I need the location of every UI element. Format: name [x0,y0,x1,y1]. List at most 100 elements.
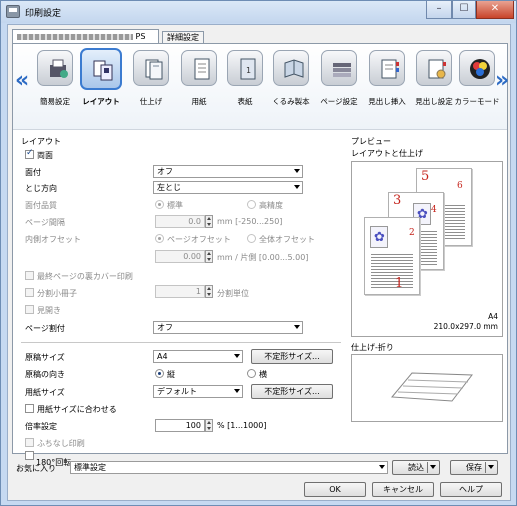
perfect-binding-tile[interactable]: くるみ製本 [271,50,311,114]
chevron-down-icon [294,185,300,189]
page-setup-tile[interactable]: ページ設定 [319,50,359,114]
quick-settings-tile[interactable]: 簡易設定 [35,50,75,114]
layout-icon [93,60,113,81]
quality-high-label: 高精度 [259,201,283,210]
blurred-printer-name [17,33,133,40]
borderless-label: ふちなし印刷 [37,439,85,448]
page-number: 2 [409,228,415,238]
layout-finishing-title: レイアウトと仕上げ [351,149,423,158]
preview-paper-label: A4 [488,312,498,321]
orientation-portrait-label: 縦 [167,370,175,379]
paper-custom-size-button[interactable]: 不定形サイズ... [251,384,333,399]
text-lines [371,252,413,290]
page-spacing-input[interactable]: 0.0 [155,215,205,228]
page-number: 3 [393,193,402,208]
inner-offset-spinner[interactable] [205,250,213,263]
finishing-tile[interactable]: 仕上げ [131,50,171,114]
total-offset-radio[interactable] [247,234,256,243]
split-booklet-checkbox[interactable] [25,288,34,297]
original-size-select[interactable]: A4 [153,350,243,363]
layout-tile[interactable]: レイアウト [80,48,122,114]
scale-label: 倍率設定 [25,422,57,431]
fit-to-paper-checkbox[interactable] [25,404,34,413]
preview-paper-dims: 210.0x297.0 mm [433,322,498,331]
borderless-checkbox[interactable] [25,438,34,447]
image-placeholder: ✿ [370,226,388,248]
last-page-back-cover-label: 最終ページの裏カバー印刷 [37,272,133,281]
paper-tile[interactable]: 用紙 [179,50,219,114]
save-button[interactable]: 保存 [450,460,498,475]
chevron-down-icon [294,325,300,329]
tab-insert-icon [381,59,399,79]
print-settings-window: 印刷設定 – ☐ ✕ PS 詳細設定 « 簡易設定 レイアウト 仕上げ 用紙 1… [0,0,517,506]
page-number: 6 [457,181,463,191]
color-mode-icon [470,59,490,79]
cancel-button[interactable]: キャンセル [372,482,434,497]
tab-printer[interactable]: PS [12,29,159,44]
chevron-down-icon [294,169,300,173]
chevron-down-icon [234,389,240,393]
inner-offset-label: 内側オフセット [25,235,81,244]
inner-offset-input[interactable]: 0.00 [155,250,205,263]
favorites-select[interactable]: 標準設定 [70,461,388,474]
fold-preview [351,354,503,422]
printer-icon [6,5,20,18]
help-button[interactable]: ヘルプ [440,482,502,497]
title-bar: 印刷設定 – ☐ ✕ [1,1,516,23]
ok-button[interactable]: OK [304,482,366,497]
spread-label: 見開き [37,306,61,315]
quality-high-radio[interactable] [247,200,256,209]
chevron-down-icon [379,465,385,469]
cover-tile[interactable]: 1 表紙 [225,50,265,114]
section-divider [21,342,341,343]
maximize-button[interactable]: ☐ [452,1,476,19]
split-booklet-spinner[interactable] [205,285,213,298]
color-mode-tile[interactable]: カラーモード [455,50,500,114]
tab-insert-tile[interactable]: 見出し挿入 [367,50,407,114]
favorites-label: お気に入り [16,464,56,473]
paper-size-select[interactable]: デフォルト [153,385,243,398]
load-button[interactable]: 読込 [392,460,440,475]
cover-icon: 1 [240,58,256,80]
paper-size-value: デフォルト [157,387,197,396]
spread-checkbox[interactable] [25,305,34,314]
page-setup-icon [333,63,351,77]
minimize-button[interactable]: – [426,1,452,19]
quick-settings-icon [50,59,68,78]
side-value: オフ [157,167,173,176]
scale-spinner[interactable] [205,419,213,432]
scale-unit: % [1...1000] [217,421,267,430]
binding-select[interactable]: 左とじ [153,181,303,194]
split-booklet-input[interactable]: 1 [155,285,205,298]
chevron-down-icon [488,465,494,469]
quality-standard-radio[interactable] [155,200,164,209]
page-spacing-unit: mm [-250...250] [217,217,283,226]
page-spacing-spinner[interactable] [205,215,213,228]
orientation-label: 原稿の向き [25,370,65,379]
side-select[interactable]: オフ [153,165,303,178]
last-page-back-cover-checkbox[interactable] [25,271,34,280]
close-button[interactable]: ✕ [476,1,514,19]
orientation-landscape-radio[interactable] [247,369,256,378]
duplex-label: 両面 [37,151,53,160]
scroll-left-icon[interactable]: « [15,68,29,93]
scale-input[interactable]: 100 [155,419,205,432]
orientation-portrait-radio[interactable] [155,369,164,378]
dialog-client: PS 詳細設定 « 簡易設定 レイアウト 仕上げ 用紙 1 表紙 くるみ製本 ペ… [7,24,511,501]
paper-icon [194,58,210,80]
page-split-select[interactable]: オフ [153,321,303,334]
duplex-checkbox[interactable] [25,148,34,159]
binding-value: 左とじ [157,183,181,192]
page-spacing-label: ページ間隔 [25,218,65,227]
orientation-landscape-label: 横 [259,370,267,379]
original-size-label: 原稿サイズ [25,353,65,362]
preview-title: プレビュー [351,137,391,146]
page-number: 4 [431,205,437,215]
page-number: 5 [421,169,430,184]
page-offset-radio[interactable] [155,234,164,243]
scroll-right-icon[interactable]: » [495,68,509,93]
rotate180-checkbox[interactable] [25,451,34,460]
original-custom-size-button[interactable]: 不定形サイズ... [251,349,333,364]
finishing-fold-title: 仕上げ-折り [351,343,394,352]
finishing-icon [145,59,163,80]
